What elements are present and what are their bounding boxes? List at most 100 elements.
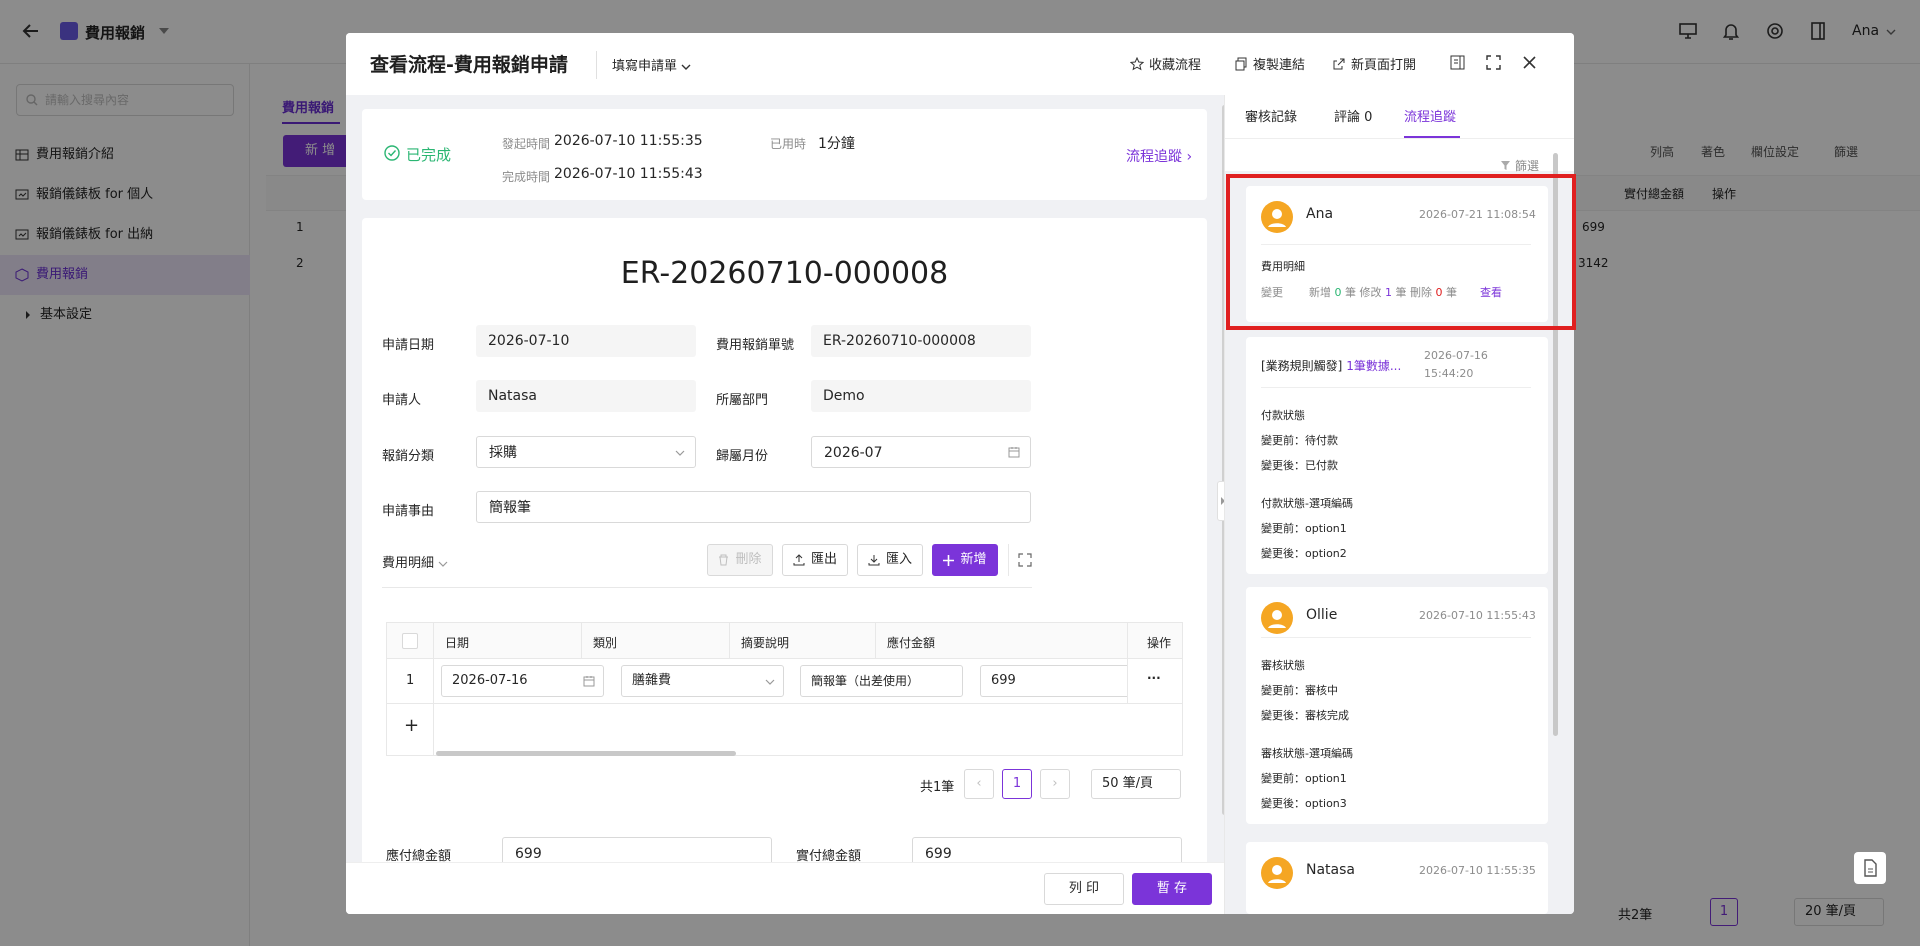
upload-icon bbox=[793, 554, 805, 566]
trace-entry: Ollie 2026-07-10 11:55:43 審核狀態 變更前：審核中 變… bbox=[1246, 587, 1548, 824]
apply-date-label: 申請日期 bbox=[382, 338, 435, 353]
row-more-menu[interactable]: ··· bbox=[1147, 671, 1161, 685]
trace-entry: Natasa 2026-07-10 11:55:35 bbox=[1246, 842, 1548, 914]
apply-date-field: 2026-07-10 bbox=[476, 325, 696, 357]
tab-comments[interactable]: 評論 0 bbox=[1334, 106, 1372, 125]
star-icon bbox=[1130, 56, 1144, 71]
expense-no-field: ER-20260710-000008 bbox=[811, 325, 1031, 357]
entry-divider bbox=[1261, 637, 1531, 638]
modal-title: 查看流程-費用報銷申請 bbox=[370, 54, 568, 76]
fullscreen-icon[interactable] bbox=[1486, 55, 1501, 70]
field-name: 審核狀態 bbox=[1261, 659, 1305, 672]
field-before: 變更前：待付款 bbox=[1261, 434, 1338, 447]
month-label: 歸屬月份 bbox=[716, 449, 769, 464]
field-before: 變更前：審核中 bbox=[1261, 684, 1338, 697]
add-row-button[interactable]: + bbox=[404, 715, 419, 736]
process-modal: 查看流程-費用報銷申請 填寫申請單 收藏流程 複製連結 新頁面打開 已完成 發起… bbox=[346, 33, 1574, 914]
copy-link-button[interactable]: 複製連結 bbox=[1234, 54, 1305, 73]
tab-trace[interactable]: 流程追蹤 bbox=[1404, 106, 1456, 125]
pager-size-select[interactable]: 50 筆/頁 bbox=[1091, 769, 1181, 799]
export-button[interactable]: 匯出 bbox=[782, 544, 848, 576]
chevron-down-icon bbox=[438, 560, 448, 568]
category-label: 報銷分類 bbox=[382, 449, 435, 464]
detail-table: 日期 類別 摘要說明 應付金額 操作 1 2026-07-16 膳雜費 簡報筆（… bbox=[386, 622, 1183, 756]
modal-header: 查看流程-費用報銷申請 填寫申請單 收藏流程 複製連結 新頁面打開 bbox=[346, 33, 1574, 95]
end-time-label: 完成時間 bbox=[502, 170, 551, 184]
close-icon[interactable] bbox=[1523, 56, 1536, 69]
row-summary-input[interactable]: 簡報筆（出差使用） bbox=[800, 665, 963, 697]
field-before: 變更前：option1 bbox=[1261, 522, 1347, 535]
row-amount-input[interactable]: 699 bbox=[980, 665, 1127, 697]
doc-number: ER-20260710-000008 bbox=[620, 256, 949, 291]
used-time-label: 已用時 bbox=[770, 137, 807, 151]
col-divider bbox=[433, 623, 434, 755]
month-picker[interactable]: 2026-07 bbox=[811, 436, 1031, 468]
entry-time: 2026-07-10 11:55:35 bbox=[1419, 864, 1536, 877]
table-scrollbar[interactable] bbox=[436, 751, 736, 756]
print-button[interactable]: 列 印 bbox=[1044, 873, 1124, 905]
expand-icon[interactable] bbox=[1018, 553, 1032, 567]
chevron-down-icon bbox=[675, 449, 685, 457]
filter-icon bbox=[1500, 160, 1511, 171]
row-type-select[interactable]: 膳雜費 bbox=[621, 665, 784, 697]
entry-time: 2026-07-16 bbox=[1424, 349, 1488, 362]
expense-no-label: 費用報銷單號 bbox=[716, 338, 795, 353]
col-divider bbox=[581, 623, 582, 659]
document-icon[interactable] bbox=[1854, 852, 1886, 884]
col-divider bbox=[729, 623, 730, 659]
field-after: 變更後：審核完成 bbox=[1261, 709, 1349, 722]
field-after: 變更後：已付款 bbox=[1261, 459, 1338, 472]
tab-audit[interactable]: 審核記錄 bbox=[1245, 106, 1297, 125]
chevron-down-icon bbox=[765, 678, 775, 686]
field-name: 付款狀態-選項編碼 bbox=[1261, 497, 1353, 510]
save-draft-button[interactable]: 暫 存 bbox=[1132, 873, 1212, 905]
pager-prev-button[interactable]: ‹ bbox=[964, 769, 994, 799]
applicant-field: Natasa bbox=[476, 380, 696, 412]
field-name: 審核狀態-選項編碼 bbox=[1261, 747, 1353, 760]
import-button[interactable]: 匯入 bbox=[857, 544, 923, 576]
header-divider bbox=[596, 51, 597, 79]
row-date-picker[interactable]: 2026-07-16 bbox=[441, 665, 604, 697]
col-type: 類別 bbox=[593, 636, 618, 650]
applicant-label: 申請人 bbox=[382, 393, 422, 408]
detail-title[interactable]: 費用明細 bbox=[382, 552, 448, 571]
fill-form-dropdown[interactable]: 填寫申請單 bbox=[612, 55, 691, 74]
external-link-icon bbox=[1332, 57, 1346, 71]
highlight-box bbox=[1226, 174, 1576, 330]
trace-entry: [業務規則觸發] 1筆數據... 2026-07-16 15:44:20 付款狀… bbox=[1246, 337, 1548, 574]
copy-icon bbox=[1234, 57, 1248, 71]
download-icon bbox=[868, 554, 880, 566]
chevron-down-icon bbox=[681, 63, 691, 71]
entry-user: Natasa bbox=[1306, 862, 1355, 878]
plus-icon bbox=[943, 554, 955, 566]
pager-next-button[interactable]: › bbox=[1040, 769, 1070, 799]
check-circle-icon bbox=[384, 145, 400, 161]
col-date: 日期 bbox=[445, 636, 470, 650]
trace-link[interactable]: 流程追蹤 › bbox=[1126, 146, 1192, 166]
field-after: 變更後：option2 bbox=[1261, 547, 1347, 560]
col-action: 操作 bbox=[1147, 636, 1172, 650]
layout-icon[interactable] bbox=[1450, 55, 1465, 70]
entry-divider bbox=[1261, 387, 1531, 388]
select-all-checkbox[interactable] bbox=[402, 633, 418, 649]
row-number: 1 bbox=[406, 673, 415, 688]
col-divider bbox=[875, 623, 876, 659]
toolbar-divider bbox=[1008, 544, 1009, 576]
entry-time: 15:44:20 bbox=[1424, 367, 1474, 380]
filter-button[interactable]: 篩選 bbox=[1500, 157, 1539, 174]
add-detail-button[interactable]: 新增 bbox=[932, 544, 998, 576]
category-select[interactable]: 採購 bbox=[476, 436, 696, 468]
pager-page-1[interactable]: 1 bbox=[1002, 769, 1032, 799]
col-amount: 應付金額 bbox=[887, 636, 936, 650]
entry-user: Ollie bbox=[1306, 607, 1338, 623]
field-before: 變更前：option1 bbox=[1261, 772, 1347, 785]
calendar-icon bbox=[583, 675, 595, 687]
form-card: ER-20260710-000008 申請日期 2026-07-10 費用報銷單… bbox=[362, 218, 1207, 914]
start-time-value: 2026-07-10 11:55:35 bbox=[554, 133, 703, 149]
used-time-value: 1分鐘 bbox=[818, 136, 855, 152]
open-new-page-button[interactable]: 新頁面打開 bbox=[1332, 54, 1416, 73]
delete-button[interactable]: 刪除 bbox=[707, 544, 773, 576]
reason-textarea[interactable]: 簡報筆 bbox=[476, 491, 1031, 523]
favorite-button[interactable]: 收藏流程 bbox=[1130, 54, 1201, 73]
trash-icon bbox=[718, 554, 729, 566]
